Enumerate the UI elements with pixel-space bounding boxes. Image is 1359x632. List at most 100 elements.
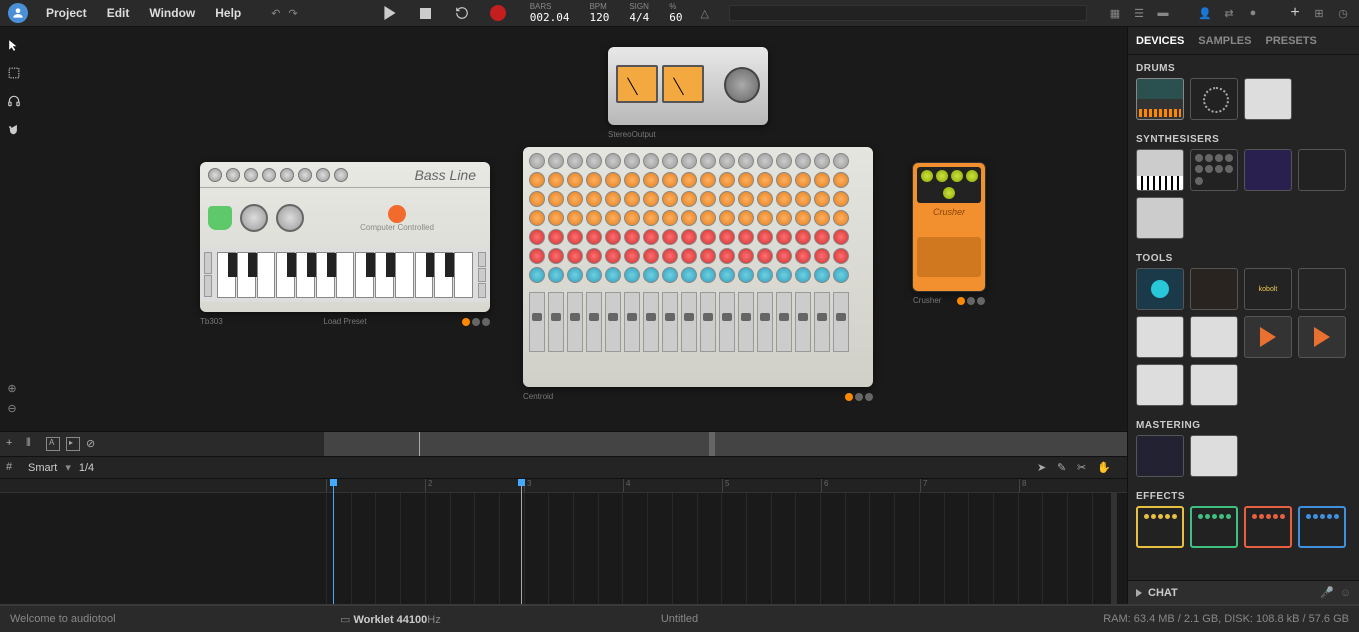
options-dot[interactable] [472,318,480,326]
mixer-knob[interactable] [529,191,545,207]
mixer-knob[interactable] [643,210,659,226]
mixer-knob[interactable] [567,191,583,207]
mixer-knob[interactable] [738,172,754,188]
mixer-knob[interactable] [681,248,697,264]
mixer-knob[interactable] [548,229,564,245]
mixer-knob[interactable] [681,153,697,169]
mixer-knob[interactable] [795,172,811,188]
mixer-fader[interactable] [662,292,678,352]
mixer-knob[interactable] [757,153,773,169]
mixer-knob[interactable] [776,172,792,188]
mixer-knob[interactable] [738,210,754,226]
mixer-knob[interactable] [605,191,621,207]
mixer-knob[interactable] [681,191,697,207]
bank-knob[interactable] [276,204,304,232]
mixer-knob[interactable] [586,267,602,283]
mixer-knob[interactable] [776,191,792,207]
device-thumb-tool[interactable] [1136,364,1184,406]
mixer-knob[interactable] [529,172,545,188]
loop-end-handle[interactable] [709,432,715,456]
mixer-knob[interactable] [833,267,849,283]
device-thumb-tool[interactable] [1190,364,1238,406]
mixer-knob[interactable] [814,210,830,226]
percent-display[interactable]: % 60 [669,2,682,24]
device-thumb-effect[interactable] [1244,506,1292,548]
mixer-knob[interactable] [548,248,564,264]
mixer-knob[interactable] [738,248,754,264]
knob[interactable] [244,168,258,182]
mixer-knob[interactable] [662,267,678,283]
device-thumb-tonematrix[interactable] [1136,149,1184,191]
mixer-knob[interactable] [662,229,678,245]
ruler[interactable]: 12345678 [0,479,1127,493]
mixer-knob[interactable] [719,172,735,188]
mixer-knob[interactable] [795,229,811,245]
mixer-fader[interactable] [624,292,640,352]
mixer-knob[interactable] [567,153,583,169]
bpm-display[interactable]: BPM 120 [589,2,609,24]
knob[interactable] [334,168,348,182]
knob[interactable] [921,170,933,182]
view-split-icon[interactable]: ▬ [1155,5,1171,21]
mixer-fader[interactable] [529,292,545,352]
device-thumb-mastering[interactable] [1190,435,1238,477]
mixer-knob[interactable] [719,248,735,264]
mixer-knob[interactable] [833,172,849,188]
metronome-icon[interactable]: △ [700,7,708,20]
mixer-knob[interactable] [814,229,830,245]
mixer-knob[interactable] [624,267,640,283]
device-thumb-machiniste[interactable] [1190,78,1238,120]
mixer-knob[interactable] [643,191,659,207]
device-stereo-output[interactable]: StereoOutput [608,47,768,125]
close-dot[interactable] [482,318,490,326]
device-thumb-kobolt[interactable]: kobolt [1244,268,1292,310]
mixer-knob[interactable] [567,172,583,188]
device-thumb-pulv[interactable] [1244,149,1292,191]
bars-display[interactable]: BARS 002.04 [530,2,570,24]
loop-button[interactable] [450,1,474,25]
mixer-knob[interactable] [586,191,602,207]
mixer-knob[interactable] [757,267,773,283]
emoji-icon[interactable]: ☺ [1340,587,1351,599]
mixer-knob[interactable] [681,172,697,188]
mixer-knob[interactable] [624,229,640,245]
device-bassline[interactable]: Bass Line Computer Controlled Tb303 [200,162,490,312]
mixer-fader[interactable] [757,292,773,352]
mixer-knob[interactable] [719,153,735,169]
mixer-knob[interactable] [529,210,545,226]
device-thumb-mastering[interactable] [1136,435,1184,477]
mixer-knob[interactable] [795,267,811,283]
keyboard[interactable] [200,248,490,302]
knob[interactable] [316,168,330,182]
mixer-knob[interactable] [586,229,602,245]
menu-edit[interactable]: Edit [97,6,140,20]
zoom-in-button[interactable]: ⊕ [4,380,20,396]
knob[interactable] [262,168,276,182]
mixer-knob[interactable] [833,210,849,226]
add-icon[interactable]: + [1287,5,1303,21]
device-thumb-tool[interactable] [1136,316,1184,358]
mic-icon[interactable]: 🎤 [1320,586,1334,599]
mixer-knob[interactable] [719,267,735,283]
end-marker[interactable] [1111,493,1117,604]
mixer-knob[interactable] [700,267,716,283]
cursor[interactable] [521,479,522,604]
share-icon[interactable]: ⇄ [1221,5,1237,21]
mixer-knob[interactable] [700,191,716,207]
device-thumb-heisenberg[interactable] [1190,149,1238,191]
knob[interactable] [943,187,955,199]
mixer-knob[interactable] [643,172,659,188]
loop-region[interactable] [324,432,1127,456]
view-list-icon[interactable]: ☰ [1131,5,1147,21]
device-thumb-tool[interactable] [1298,268,1346,310]
mixer-fader[interactable] [605,292,621,352]
mixer-knob[interactable] [662,153,678,169]
knob[interactable] [280,168,294,182]
mixer-knob[interactable] [814,191,830,207]
mixer-knob[interactable] [814,267,830,283]
link-icon[interactable]: ⊘ [86,437,100,451]
mixer-fader[interactable] [776,292,792,352]
preset-label[interactable]: Load Preset [323,317,366,326]
play-button[interactable] [378,1,402,25]
device-crusher[interactable]: Crusher Crusher [912,162,986,292]
